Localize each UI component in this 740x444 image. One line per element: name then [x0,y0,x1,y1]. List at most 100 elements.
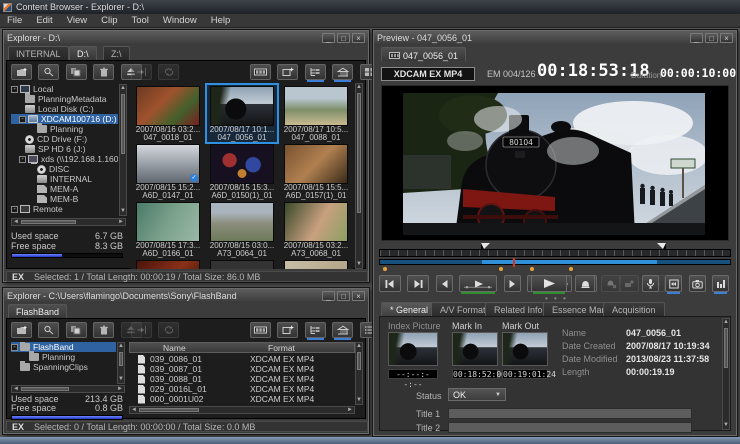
grid-vertical-scrollbar[interactable]: ▲▼ [355,83,363,269]
copy-all-button[interactable] [66,322,87,338]
minimize-icon[interactable]: _ [322,291,335,301]
tab-z-drive[interactable]: Z:\ [103,46,130,60]
list-header[interactable]: Name Format [129,342,355,353]
collapse-icon[interactable]: - [11,344,18,351]
tree-item-disc[interactable]: DISC [11,164,118,174]
file-row[interactable]: 039_0087_01XDCAM EX MP4 [129,364,347,374]
library-pane-toggle-button[interactable] [332,322,353,338]
filmstrip-view-button[interactable] [250,64,271,80]
tree-pane-toggle-button[interactable] [305,322,326,338]
filmstrip-view-button[interactable] [250,322,271,338]
file-row[interactable]: 000_0001U02XDCAM EX MP4 [129,394,347,404]
essence-mark-dot[interactable] [499,267,503,271]
add-essence-mark-button[interactable] [575,275,595,292]
menu-view[interactable]: View [60,15,94,26]
essence-mark-dot[interactable] [383,267,387,271]
clip-cell-selected[interactable]: 2007/08/17 10:1...047_0056_01 [207,85,277,142]
maximize-icon[interactable]: □ [337,291,350,301]
tab-internal[interactable]: INTERNAL [8,46,69,60]
clip-cell[interactable]: 2007/08/15 03:2...A73_0068_01 [281,201,351,258]
tree-vertical-scrollbar[interactable]: ▲▼ [119,84,127,216]
clip-cell[interactable]: 2007/08/15 15:5...A6D_0157(1)_01 [281,143,351,200]
new-folder-button[interactable] [11,64,32,80]
tree-item-mem-a[interactable]: MEM-A [11,184,118,194]
search-button[interactable] [38,64,59,80]
audio-monitor-button[interactable] [642,275,659,292]
tree-item-cd-drive-f[interactable]: CD Drive (F:) [11,134,118,144]
tree-item-planningmetadata[interactable]: PlanningMetadata [11,94,118,104]
tab-general[interactable]: * General [381,302,437,316]
list-vertical-scrollbar[interactable]: ▲▼ [355,342,363,405]
next-clip-button[interactable] [407,275,429,292]
tab-acquisition[interactable]: Acquisition [603,302,665,316]
close-icon[interactable]: × [720,33,733,43]
menu-clip[interactable]: Clip [94,15,124,26]
menu-window[interactable]: Window [156,15,204,26]
seek-bar[interactable] [379,259,731,265]
capture-still-button[interactable] [689,275,706,292]
playhead[interactable] [513,258,515,267]
clip-tab[interactable]: 047_0056_01 [381,47,466,61]
open-new-window-button[interactable] [277,64,298,80]
library-pane-toggle-button[interactable] [332,64,353,80]
tab-flashband[interactable]: FlashBand [8,304,67,318]
status-dropdown[interactable]: OK ▼ [448,388,506,401]
copy-all-button[interactable] [66,64,87,80]
maximize-icon[interactable]: □ [337,33,350,43]
refresh-button[interactable] [158,322,179,338]
shuttle-control[interactable] [459,275,497,292]
close-icon[interactable]: × [352,291,365,301]
previous-clip-button[interactable] [379,275,401,292]
timeline-ruler[interactable] [379,249,731,257]
collapse-icon[interactable]: - [11,206,18,213]
essence-mark-dot[interactable] [569,267,573,271]
tree-item-internal[interactable]: INTERNAL [11,174,118,184]
search-button[interactable] [38,322,59,338]
audio-level-meter-button[interactable] [712,275,729,292]
tree-horizontal-scrollbar[interactable]: ◄► [11,218,126,226]
metadata-vertical-scrollbar[interactable]: ▲▼ [722,318,730,430]
close-icon[interactable]: × [352,33,365,43]
clip-cell[interactable] [281,259,351,269]
play-button[interactable] [531,275,567,292]
collapse-icon[interactable]: - [19,116,26,123]
file-row[interactable]: 029_0016L_01XDCAM EX MP4 [129,384,347,394]
import-button[interactable] [131,64,152,80]
video-viewport[interactable]: 80104 [381,85,729,241]
collapse-icon[interactable]: - [19,156,26,163]
file-row[interactable]: 039_0088_01XDCAM EX MP4 [129,374,347,384]
minimize-icon[interactable]: _ [322,33,335,43]
tree-item-flashband[interactable]: -FlashBand [11,342,116,352]
maximize-icon[interactable]: □ [705,33,718,43]
tab-d-drive[interactable]: D:\ [69,46,97,60]
tree-vertical-scrollbar[interactable]: ▲▼ [117,342,125,384]
tree-item-sp-hd-6-j[interactable]: SP HD 6 (J:) [11,144,118,154]
refresh-button[interactable] [158,64,179,80]
tree-item-xds-network[interactable]: -xds (\\192.168.1.160) [11,154,118,164]
title2-input[interactable] [448,422,692,433]
column-format[interactable]: Format [268,343,295,353]
menu-help[interactable]: Help [204,15,238,26]
explorer-bottom-titlebar[interactable]: Explorer - C:\Users\flamingo\Documents\S… [4,289,368,303]
tree-item-local-disk-c[interactable]: Local Disk (C:) [11,104,118,114]
column-name[interactable]: Name [163,343,268,353]
clip-cell[interactable]: 2007/08/17 10:5...047_0088_01 [281,85,351,142]
add-to-storyboard-button[interactable] [619,275,639,292]
step-backward-button[interactable] [436,275,453,292]
title1-input[interactable] [448,408,692,419]
delete-button[interactable] [93,64,114,80]
tree-item-spanningclips[interactable]: SpanningClips [11,362,116,372]
preview-titlebar[interactable]: Preview - 047_0056_01 _ □ × [374,31,736,45]
minimize-icon[interactable]: _ [690,33,703,43]
tab-related-info[interactable]: Related Info [485,302,552,316]
tree-pane-toggle-button[interactable] [305,64,326,80]
clip-cell[interactable]: ✓2007/08/15 15:2...A6D_0147_01 [133,143,203,200]
tree-item-remote[interactable]: -Remote [11,204,118,214]
tree-item-mem-b[interactable]: MEM-B [11,194,118,204]
tree-item-planning[interactable]: Planning [11,124,118,134]
menu-edit[interactable]: Edit [29,15,59,26]
open-new-window-button[interactable] [277,322,298,338]
clip-cell[interactable]: 2007/08/15 17:3...A6D_0166_01 [133,201,203,258]
step-forward-button[interactable] [504,275,521,292]
app-titlebar[interactable]: Content Browser - Explorer - D:\ [0,0,740,14]
